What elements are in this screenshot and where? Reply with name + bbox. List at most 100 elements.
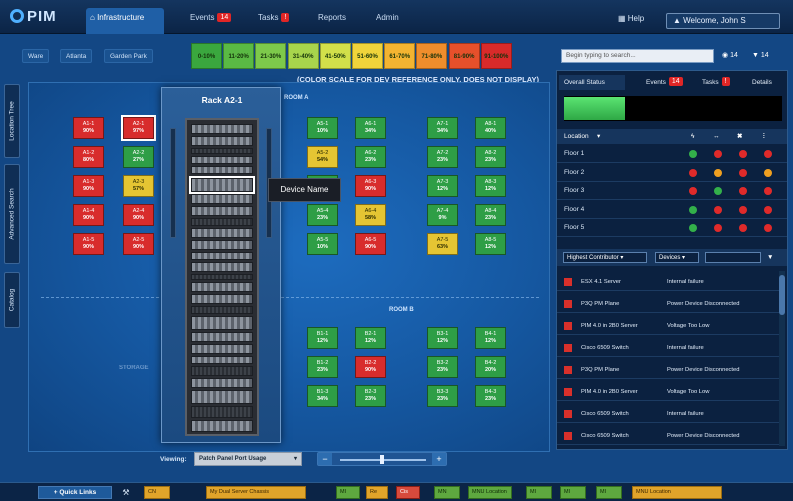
rack-b4-1[interactable]: B4-1 12%	[475, 327, 506, 349]
advanced-search-tab[interactable]: Advanced Search	[4, 164, 20, 264]
rack-a1-1[interactable]: A1-1 90%	[73, 117, 104, 139]
rack-a6-5[interactable]: A6-5 90%	[355, 233, 386, 255]
quick-link-item[interactable]: MNU Location	[468, 486, 512, 499]
wrench-icon[interactable]: ⚒	[120, 486, 132, 499]
alert-row[interactable]: Cisco 6509 Switch Internal failure	[557, 405, 779, 423]
help-link[interactable]: ▦ Help	[618, 14, 644, 23]
user-menu[interactable]: ▲ Welcome, John S	[666, 13, 780, 29]
contributor-dropdown[interactable]: Highest Contributor ▾	[563, 252, 647, 263]
zoom-handle[interactable]	[380, 455, 384, 464]
rack-a8-2[interactable]: A8-2 23%	[475, 146, 506, 168]
rack-b3-3[interactable]: B3-3 23%	[427, 385, 458, 407]
quick-links-button[interactable]: + Quick Links	[38, 486, 112, 499]
search-count-1[interactable]: ◉ 14	[722, 50, 738, 62]
rack-a8-3[interactable]: A8-3 12%	[475, 175, 506, 197]
alert-scrollbar[interactable]	[779, 271, 785, 446]
tab-tasks[interactable]: Tasks!	[697, 75, 735, 90]
rack-a5-2[interactable]: A5-2 54%	[307, 146, 338, 168]
rack-unit[interactable]	[191, 282, 253, 292]
rack-a2-1[interactable]: A2-1 97%	[121, 115, 156, 141]
rack-unit[interactable]	[191, 344, 253, 354]
alert-row[interactable]: ESX 4.1 Server Internal failure	[557, 273, 779, 291]
rack-b2-1[interactable]: B2-1 12%	[355, 327, 386, 349]
location-row[interactable]: Floor 4	[557, 201, 787, 219]
rack-b3-1[interactable]: B3-1 12%	[427, 327, 458, 349]
rack-unit[interactable]	[191, 166, 253, 174]
location-row[interactable]: Floor 3	[557, 182, 787, 200]
rack-a2-3[interactable]: A2-3 57%	[123, 175, 154, 197]
rack-b1-2[interactable]: B1-2 23%	[307, 356, 338, 378]
location-tree-tab[interactable]: Location Tree	[4, 84, 20, 158]
rack-a7-3[interactable]: A7-3 12%	[427, 175, 458, 197]
rack-a5-5[interactable]: A5-5 10%	[307, 233, 338, 255]
rack-a2-5[interactable]: A2-5 90%	[123, 233, 154, 255]
rack-unit[interactable]	[191, 252, 253, 260]
rack-a6-3[interactable]: A6-3 90%	[355, 175, 386, 197]
nav-tab-events[interactable]: Events 14	[186, 8, 235, 28]
rack-a7-2[interactable]: A7-2 23%	[427, 146, 458, 168]
rack-a2-4[interactable]: A2-4 90%	[123, 204, 154, 226]
rack-unit[interactable]	[191, 294, 253, 304]
rack-b2-3[interactable]: B2-3 23%	[355, 385, 386, 407]
rack-unit[interactable]	[191, 420, 253, 432]
rack-a6-4[interactable]: A6-4 58%	[355, 204, 386, 226]
rack-a8-5[interactable]: A8-5 12%	[475, 233, 506, 255]
quick-link-item[interactable]: Cis	[396, 486, 420, 499]
quick-link-item[interactable]: CN	[144, 486, 170, 499]
rack-b2-2[interactable]: B2-2 90%	[355, 356, 386, 378]
rack-unit[interactable]	[191, 332, 253, 342]
nav-tab-tasks[interactable]: Tasks!	[254, 8, 293, 28]
rack-detail-popup[interactable]: Rack A2-1	[161, 87, 281, 443]
quick-link-item[interactable]: MN	[434, 486, 460, 499]
nav-tab-admin[interactable]: Admin	[372, 8, 403, 28]
rack-a6-1[interactable]: A6-1 34%	[355, 117, 386, 139]
quick-link-item[interactable]: MNU Location	[632, 486, 722, 499]
rack-b4-3[interactable]: B4-3 23%	[475, 385, 506, 407]
rack-a6-2[interactable]: A6-2 23%	[355, 146, 386, 168]
quick-link-item[interactable]: My Dual Server Chassis	[206, 486, 306, 499]
alert-row[interactable]: PIM 4.0 in 2B0 Server Voltage Too Low	[557, 317, 779, 335]
floor-plan[interactable]: ROOM A ROOM B STORAGE A1-1 90% A1-2 80% A1-3…	[28, 82, 550, 452]
rack-a5-4[interactable]: A5-4 23%	[307, 204, 338, 226]
location-row[interactable]: Floor 1	[557, 145, 787, 163]
rack-unit[interactable]	[191, 136, 253, 146]
rack-unit[interactable]	[191, 240, 253, 250]
quick-link-item[interactable]: MI	[560, 486, 586, 499]
rack-unit[interactable]	[191, 206, 253, 216]
rack-unit[interactable]	[191, 194, 253, 204]
location-row[interactable]: Floor 5	[557, 219, 787, 237]
devices-dropdown[interactable]: Devices ▾	[655, 252, 699, 263]
rack-unit[interactable]	[191, 390, 253, 404]
nav-tab-infrastructure[interactable]: ⌂ Infrastructure	[86, 8, 164, 34]
nav-tab-reports[interactable]: Reports	[314, 8, 350, 28]
zoom-slider[interactable]: − +	[317, 452, 447, 466]
rack-a7-4[interactable]: A7-4 9%	[427, 204, 458, 226]
funnel-icon[interactable]: ▼	[767, 249, 773, 266]
sort-down-icon[interactable]: ▾	[597, 129, 600, 144]
location-row[interactable]: Floor 2	[557, 164, 787, 182]
catalog-tab[interactable]: Catalog	[4, 272, 20, 328]
rack-unit[interactable]	[191, 306, 253, 314]
selected-device-unit[interactable]	[189, 176, 255, 194]
rack-unit[interactable]	[191, 378, 253, 388]
quick-link-item[interactable]: MI	[596, 486, 622, 499]
rack-a1-4[interactable]: A1-4 90%	[73, 204, 104, 226]
tab-events[interactable]: Events 14	[641, 75, 688, 90]
rack-a1-5[interactable]: A1-5 90%	[73, 233, 104, 255]
rack-unit[interactable]	[191, 218, 253, 226]
zoom-out-button[interactable]: −	[318, 453, 332, 465]
rack-unit[interactable]	[191, 148, 253, 154]
rack-a8-4[interactable]: A8-4 23%	[475, 204, 506, 226]
rack-unit[interactable]	[191, 156, 253, 164]
quick-link-item[interactable]: Re	[366, 486, 388, 499]
search-count-2[interactable]: ▼ 14	[752, 50, 769, 62]
tab-overall-status[interactable]: Overall Status	[559, 75, 625, 90]
quick-link-item[interactable]: MI	[336, 486, 360, 499]
breadcrumb-item-2[interactable]: Garden Park	[104, 49, 153, 63]
filter-dropdown[interactable]	[705, 252, 761, 263]
rack-unit[interactable]	[191, 316, 253, 330]
rack-a2-2[interactable]: A2-2 27%	[123, 146, 154, 168]
rack-unit[interactable]	[191, 262, 253, 272]
alert-row[interactable]: P3Q PM Plane Power Device Disconnected	[557, 295, 779, 313]
app-logo[interactable]: PIM	[10, 8, 57, 25]
